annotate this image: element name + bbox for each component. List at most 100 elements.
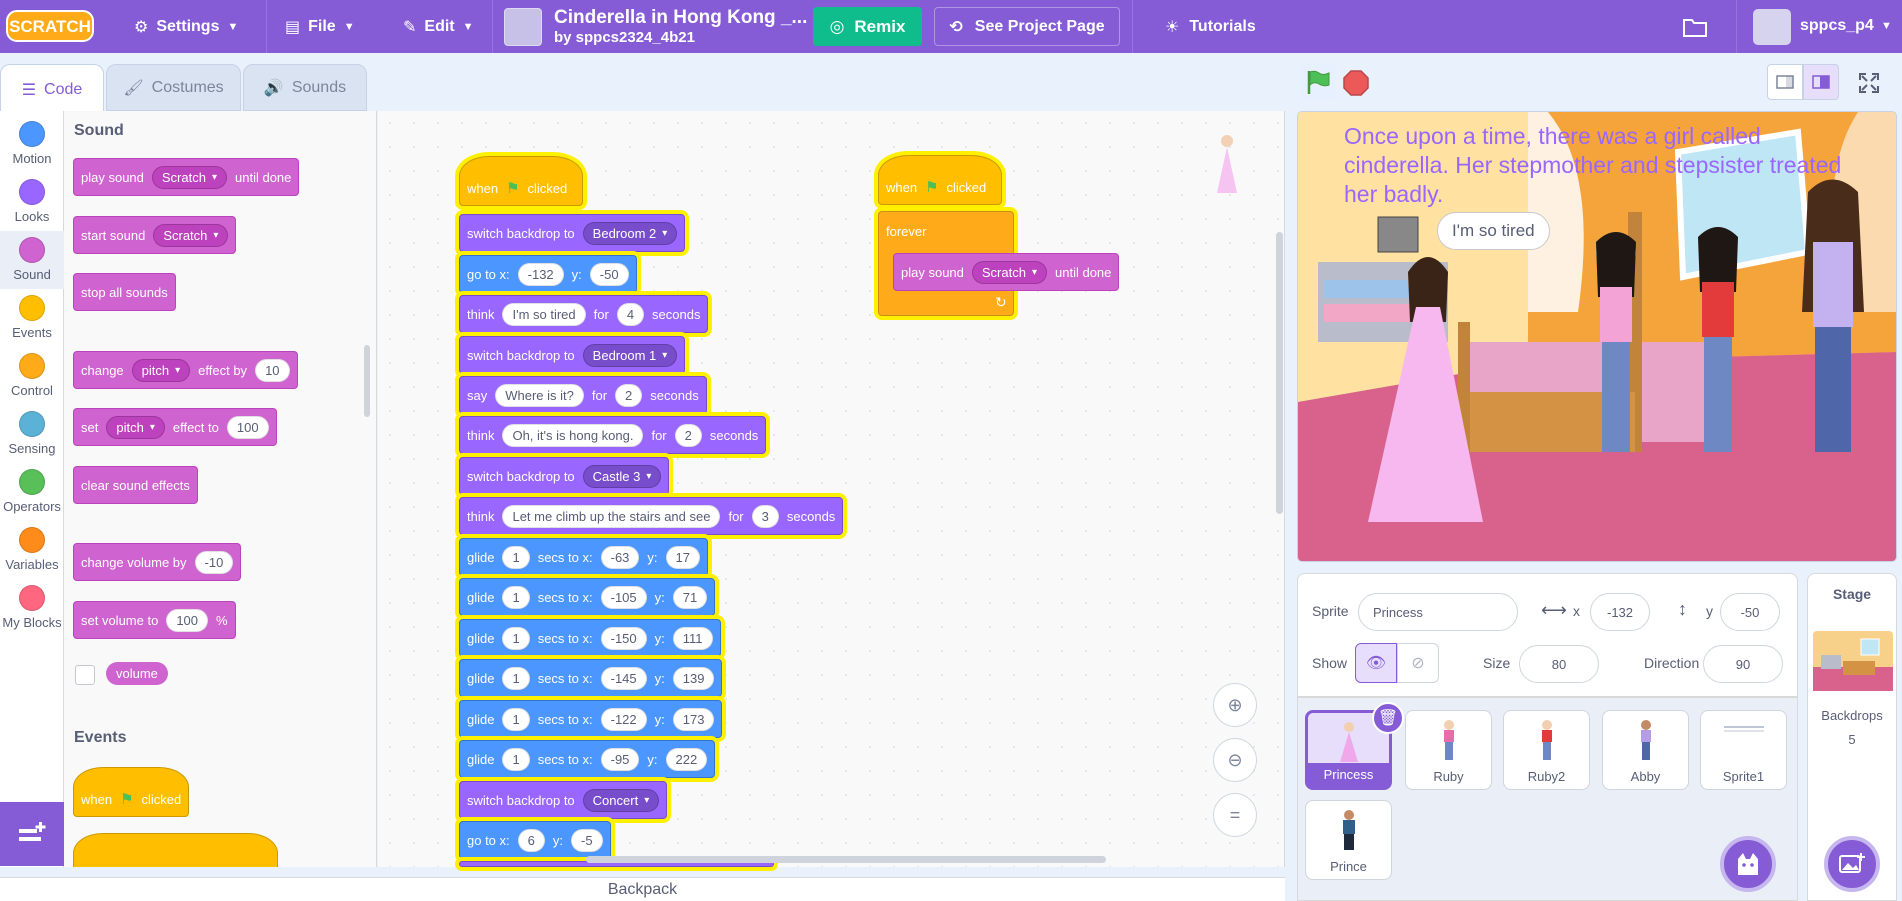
- palette-block-start-sound[interactable]: start sound Scratch: [73, 216, 237, 254]
- category-sensing[interactable]: Sensing: [0, 405, 64, 463]
- script-say-for-secs[interactable]: say Where is it? for 2 seconds: [459, 376, 707, 414]
- sprite-tile-ruby[interactable]: Ruby: [1405, 710, 1492, 790]
- number-input[interactable]: 2: [615, 383, 643, 407]
- category-control[interactable]: Control: [0, 347, 64, 405]
- script-go-to-xy[interactable]: go to x: -132 y: -50: [459, 255, 637, 293]
- palette-block-clear-sound-effects[interactable]: clear sound effects: [73, 466, 198, 504]
- palette-block-volume-reporter[interactable]: volume: [106, 662, 168, 685]
- script-switch-backdrop[interactable]: switch backdrop to Bedroom 1: [459, 336, 686, 374]
- sprite-tile-ruby2[interactable]: Ruby2: [1503, 710, 1590, 790]
- sprite-tile-sprite1[interactable]: Sprite1: [1700, 710, 1787, 790]
- edit-menu[interactable]: ✎ Edit ▼: [393, 0, 484, 53]
- y-input[interactable]: 173: [672, 707, 715, 731]
- script-glide[interactable]: glide 1 secs to x: -150 y: 111: [459, 619, 721, 657]
- category-sound[interactable]: Sound: [0, 231, 64, 289]
- username[interactable]: sppcs_p4: [1800, 17, 1874, 35]
- number-input[interactable]: 4: [616, 302, 645, 326]
- sprite-name-input[interactable]: Princess: [1358, 593, 1518, 631]
- workspace-vertical-scrollbar[interactable]: [1276, 232, 1283, 514]
- x-input[interactable]: -63: [600, 545, 640, 569]
- settings-menu[interactable]: ⚙ Settings ▼: [124, 0, 248, 53]
- script-go-to-xy[interactable]: go to x: 6 y: -5: [459, 821, 611, 859]
- y-input[interactable]: -5: [571, 828, 603, 852]
- script-glide[interactable]: glide 1 secs to x: -63 y: 17: [459, 538, 709, 576]
- tab-costumes[interactable]: 🖌 Costumes: [106, 64, 241, 111]
- y-position-input[interactable]: -50: [1720, 593, 1780, 631]
- script-think-for-secs[interactable]: think I'm so tired for 4 seconds: [459, 295, 709, 333]
- y-input[interactable]: 111: [672, 626, 713, 650]
- sound-dropdown[interactable]: Scratch: [151, 165, 227, 189]
- backdrop-dropdown[interactable]: Bedroom 1: [582, 343, 678, 367]
- avatar[interactable]: [1753, 9, 1791, 45]
- scratch-logo[interactable]: SCRATCH: [6, 9, 94, 43]
- script-when-flag-clicked[interactable]: when ⚑ clicked: [878, 155, 1002, 205]
- x-input[interactable]: -95: [600, 747, 640, 771]
- secs-input[interactable]: 1: [502, 707, 530, 731]
- add-extension-button[interactable]: [0, 802, 64, 866]
- zoom-out-button[interactable]: ⊖: [1213, 738, 1257, 782]
- secs-input[interactable]: 1: [502, 666, 530, 690]
- category-events[interactable]: Events: [0, 289, 64, 347]
- direction-input[interactable]: 90: [1703, 645, 1783, 683]
- palette-scrollbar[interactable]: [364, 345, 370, 417]
- script-glide[interactable]: glide 1 secs to x: -105 y: 71: [459, 578, 716, 616]
- category-motion[interactable]: Motion: [0, 115, 64, 173]
- backdrop-dropdown[interactable]: Concert: [582, 788, 660, 812]
- script-think-for-secs[interactable]: think Let me climb up the stairs and see…: [459, 497, 844, 535]
- script-think-for-secs[interactable]: think Oh, it's is hong kong. for 2 secon…: [459, 416, 767, 454]
- backdrop-dropdown[interactable]: Bedroom 2: [582, 221, 678, 245]
- chevron-down-icon[interactable]: ▼: [1881, 20, 1892, 32]
- add-backdrop-button[interactable]: [1824, 836, 1880, 892]
- secs-input[interactable]: 1: [502, 626, 530, 650]
- tab-code[interactable]: ☰ Code: [0, 64, 104, 114]
- sprite-tile-prince[interactable]: Prince: [1305, 800, 1392, 880]
- number-input[interactable]: -10: [194, 550, 234, 574]
- small-stage-button[interactable]: [1767, 64, 1803, 100]
- x-input[interactable]: -145: [600, 666, 647, 690]
- y-input[interactable]: 139: [672, 666, 715, 690]
- project-title[interactable]: Cinderella in Hong Kong _...: [554, 7, 807, 29]
- script-switch-backdrop[interactable]: switch backdrop to Bedroom 2: [459, 214, 686, 252]
- palette-block-change-effect[interactable]: change pitch effect by 10: [73, 351, 298, 389]
- palette-block-when-key-pressed[interactable]: [73, 833, 278, 867]
- category-my-blocks[interactable]: My Blocks: [0, 579, 64, 637]
- tutorials-button[interactable]: ☀ Tutorials: [1165, 0, 1256, 53]
- backpack-header[interactable]: Backpack: [0, 877, 1285, 901]
- script-when-flag-clicked[interactable]: when ⚑ clicked: [459, 156, 583, 206]
- number-input[interactable]: 100: [166, 608, 209, 632]
- sound-dropdown[interactable]: Scratch: [153, 223, 229, 247]
- palette-block-when-flag-clicked[interactable]: when ⚑ clicked: [73, 767, 190, 817]
- secs-input[interactable]: 1: [502, 545, 530, 569]
- delete-sprite-button[interactable]: 🗑: [1372, 702, 1404, 734]
- zoom-reset-button[interactable]: =: [1213, 793, 1257, 837]
- project-author[interactable]: by sppcs2324_4b21: [554, 29, 695, 46]
- x-position-input[interactable]: -132: [1590, 593, 1650, 631]
- text-input[interactable]: Oh, it's is hong kong.: [502, 423, 644, 447]
- file-menu[interactable]: ▤ File ▼: [275, 0, 365, 53]
- script-play-sound-until-done[interactable]: play sound Scratch until done: [893, 253, 1120, 291]
- number-input[interactable]: 100: [226, 415, 269, 439]
- y-input[interactable]: -50: [589, 262, 629, 286]
- number-input[interactable]: 2: [674, 423, 702, 447]
- x-input[interactable]: -122: [600, 707, 647, 731]
- x-input[interactable]: 6: [517, 828, 545, 852]
- category-variables[interactable]: Variables: [0, 521, 64, 579]
- sprite-tile-abby[interactable]: Abby: [1602, 710, 1689, 790]
- y-input[interactable]: 222: [665, 747, 708, 771]
- secs-input[interactable]: 1: [502, 585, 530, 609]
- show-sprite-button[interactable]: 👁: [1355, 643, 1397, 683]
- workspace-horizontal-scrollbar[interactable]: [586, 856, 1106, 863]
- number-input[interactable]: 10: [255, 358, 290, 382]
- sound-dropdown[interactable]: Scratch: [971, 260, 1047, 284]
- category-looks[interactable]: Looks: [0, 173, 64, 231]
- category-operators[interactable]: Operators: [0, 463, 64, 521]
- x-input[interactable]: -150: [600, 626, 647, 650]
- script-glide[interactable]: glide 1 secs to x: -95 y: 222: [459, 740, 716, 778]
- y-input[interactable]: 17: [665, 545, 701, 569]
- volume-monitor-checkbox[interactable]: [75, 665, 95, 685]
- tab-sounds[interactable]: 🔊 Sounds: [243, 64, 367, 111]
- text-input[interactable]: Let me climb up the stairs and see: [502, 504, 721, 528]
- palette-block-stop-all-sounds[interactable]: stop all sounds: [73, 273, 176, 311]
- script-glide[interactable]: glide 1 secs to x: -122 y: 173: [459, 700, 723, 738]
- effect-dropdown[interactable]: pitch: [131, 358, 191, 382]
